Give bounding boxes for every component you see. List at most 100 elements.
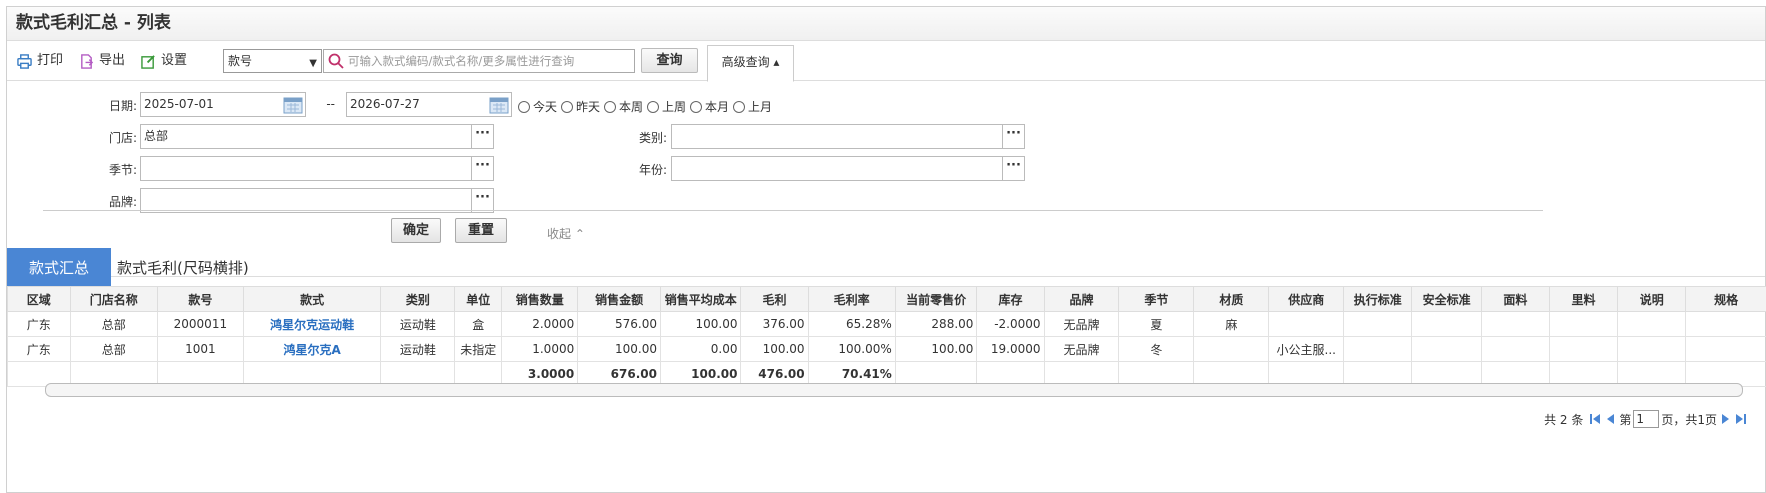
page-prefix: 第 — [1619, 412, 1632, 427]
query-button[interactable]: 查询 — [641, 48, 698, 73]
date-label: 日期: — [108, 99, 137, 113]
table-cell — [1411, 336, 1482, 362]
table-cell — [1685, 336, 1766, 362]
year-picker-button[interactable]: ··· — [1002, 157, 1024, 180]
column-header[interactable]: 当前零售价 — [894, 286, 978, 312]
radio-this-month[interactable]: 本月 — [690, 98, 729, 115]
column-header[interactable]: 销售金额 — [577, 286, 661, 312]
column-header[interactable]: 销售平均成本 — [659, 286, 742, 312]
category-field[interactable]: ··· — [671, 124, 1025, 149]
radio-label: 上月 — [748, 100, 773, 114]
season-picker-button[interactable]: ··· — [471, 157, 493, 180]
table-cell — [1617, 336, 1687, 362]
collapse-toggle[interactable]: 收起 ⌃ — [547, 225, 585, 242]
column-header[interactable]: 安全标准 — [1411, 286, 1482, 312]
column-header[interactable]: 供应商 — [1268, 286, 1345, 312]
radio-last-month[interactable]: 上月 — [733, 98, 772, 115]
column-header[interactable]: 毛利率 — [807, 286, 896, 312]
radio-yesterday[interactable]: 昨天 — [561, 98, 600, 115]
first-page-icon[interactable] — [1589, 413, 1601, 425]
table-cell: 1001 — [156, 336, 244, 362]
radio-circle — [604, 100, 616, 113]
table-header-row: 区域 门店名称 款号 款式 类别 单位 销售数量 销售金额 销售平均成本 毛利 … — [7, 286, 1766, 312]
category-picker-button[interactable]: ··· — [1002, 125, 1024, 148]
page-suffix: 页，共1页 — [1661, 412, 1717, 427]
column-header[interactable]: 区域 — [7, 286, 71, 312]
tab-style-profit-size[interactable]: 款式毛利(尺码横排) — [117, 248, 249, 289]
tab-style-summary[interactable]: 款式汇总 — [7, 248, 111, 289]
column-header[interactable]: 类别 — [380, 286, 456, 312]
search-field-select[interactable]: 款号 ▼ — [223, 49, 322, 73]
advanced-query-tab[interactable]: 高级查询 ▴ — [707, 45, 794, 82]
column-header[interactable]: 说明 — [1617, 286, 1687, 312]
print-button[interactable]: 打印 — [17, 51, 63, 71]
column-header[interactable]: 材质 — [1193, 286, 1270, 312]
horizontal-scrollbar[interactable] — [45, 383, 1743, 397]
table-cell: 100.00 — [659, 311, 742, 337]
pager: 共 2 条 第 1 页，共1页 — [1544, 410, 1747, 428]
column-header[interactable]: 销售数量 — [501, 286, 579, 312]
column-header[interactable]: 款号 — [156, 286, 244, 312]
radio-label: 本月 — [705, 100, 730, 114]
brand-picker-button[interactable]: ··· — [471, 189, 493, 212]
radio-this-week[interactable]: 本周 — [604, 98, 643, 115]
export-button[interactable]: 导出 — [79, 51, 125, 71]
table-cell — [1480, 336, 1550, 362]
table-cell: 376.00 — [740, 311, 809, 337]
next-page-icon[interactable] — [1721, 413, 1731, 425]
column-header[interactable]: 款式 — [242, 286, 382, 312]
category-label: 类别: — [638, 131, 667, 145]
column-header[interactable]: 品牌 — [1043, 286, 1120, 312]
radio-label: 昨天 — [576, 100, 601, 114]
column-header[interactable]: 执行标准 — [1343, 286, 1413, 312]
radio-last-week[interactable]: 上周 — [647, 98, 686, 115]
year-field[interactable]: ··· — [671, 156, 1025, 181]
confirm-button[interactable]: 确定 — [391, 218, 441, 243]
page-number-input[interactable]: 1 — [1633, 410, 1660, 428]
table-cell: 576.00 — [577, 311, 661, 337]
season-field[interactable]: ··· — [140, 156, 494, 181]
search-icon — [328, 53, 344, 69]
radio-circle — [690, 100, 702, 113]
table-cell — [1343, 311, 1413, 337]
column-header[interactable]: 门店名称 — [69, 286, 158, 312]
table-cell: 麻 — [1193, 311, 1270, 337]
calendar-icon — [283, 97, 303, 114]
toolbar: 打印 导出 设置 款号 ▼ 查询 高级查询 ▴ — [7, 41, 1765, 82]
column-header[interactable]: 面料 — [1480, 286, 1550, 312]
table-cell — [1411, 311, 1482, 337]
table-cell: 100.00 — [577, 336, 661, 362]
column-header[interactable]: 季节 — [1118, 286, 1195, 312]
date-to-field[interactable]: 2026-07-27 — [346, 92, 512, 117]
search-input[interactable] — [348, 52, 630, 70]
divider — [43, 210, 1543, 211]
store-picker-button[interactable]: ··· — [471, 125, 493, 148]
prev-page-icon[interactable] — [1605, 413, 1615, 425]
column-header[interactable]: 库存 — [976, 286, 1045, 312]
column-header[interactable]: 单位 — [454, 286, 503, 312]
table-cell — [1193, 336, 1270, 362]
table-row[interactable]: 广东 总部 2000011 鸿星尔克运动鞋 运动鞋 盒 2.0000 576.0… — [7, 311, 1766, 337]
last-page-icon[interactable] — [1735, 413, 1747, 425]
store-label: 门店: — [108, 131, 137, 145]
settings-label: 设置 — [161, 53, 188, 68]
tab-bar: 款式汇总 款式毛利(尺码横排) — [7, 248, 1765, 290]
style-link[interactable]: 鸿星尔克A — [242, 336, 382, 362]
store-value: 总部 — [144, 129, 169, 143]
store-field[interactable]: 总部 ··· — [140, 124, 494, 149]
column-header[interactable]: 里料 — [1548, 286, 1619, 312]
reset-button[interactable]: 重置 — [455, 218, 507, 243]
edit-settings-icon — [141, 54, 155, 69]
radio-today[interactable]: 今天 — [518, 98, 557, 115]
table-cell — [1617, 311, 1687, 337]
table-cell: 运动鞋 — [380, 336, 456, 362]
table-cell — [1548, 311, 1619, 337]
settings-button[interactable]: 设置 — [141, 51, 187, 71]
column-header[interactable]: 规格 — [1685, 286, 1766, 312]
table-cell: 总部 — [69, 336, 158, 362]
style-link[interactable]: 鸿星尔克运动鞋 — [242, 311, 382, 337]
table-cell: 盒 — [454, 311, 503, 337]
column-header[interactable]: 毛利 — [740, 286, 809, 312]
table-row[interactable]: 广东 总部 1001 鸿星尔克A 运动鞋 未指定 1.0000 100.00 0… — [7, 336, 1766, 362]
date-from-field[interactable]: 2025-07-01 — [140, 92, 306, 117]
